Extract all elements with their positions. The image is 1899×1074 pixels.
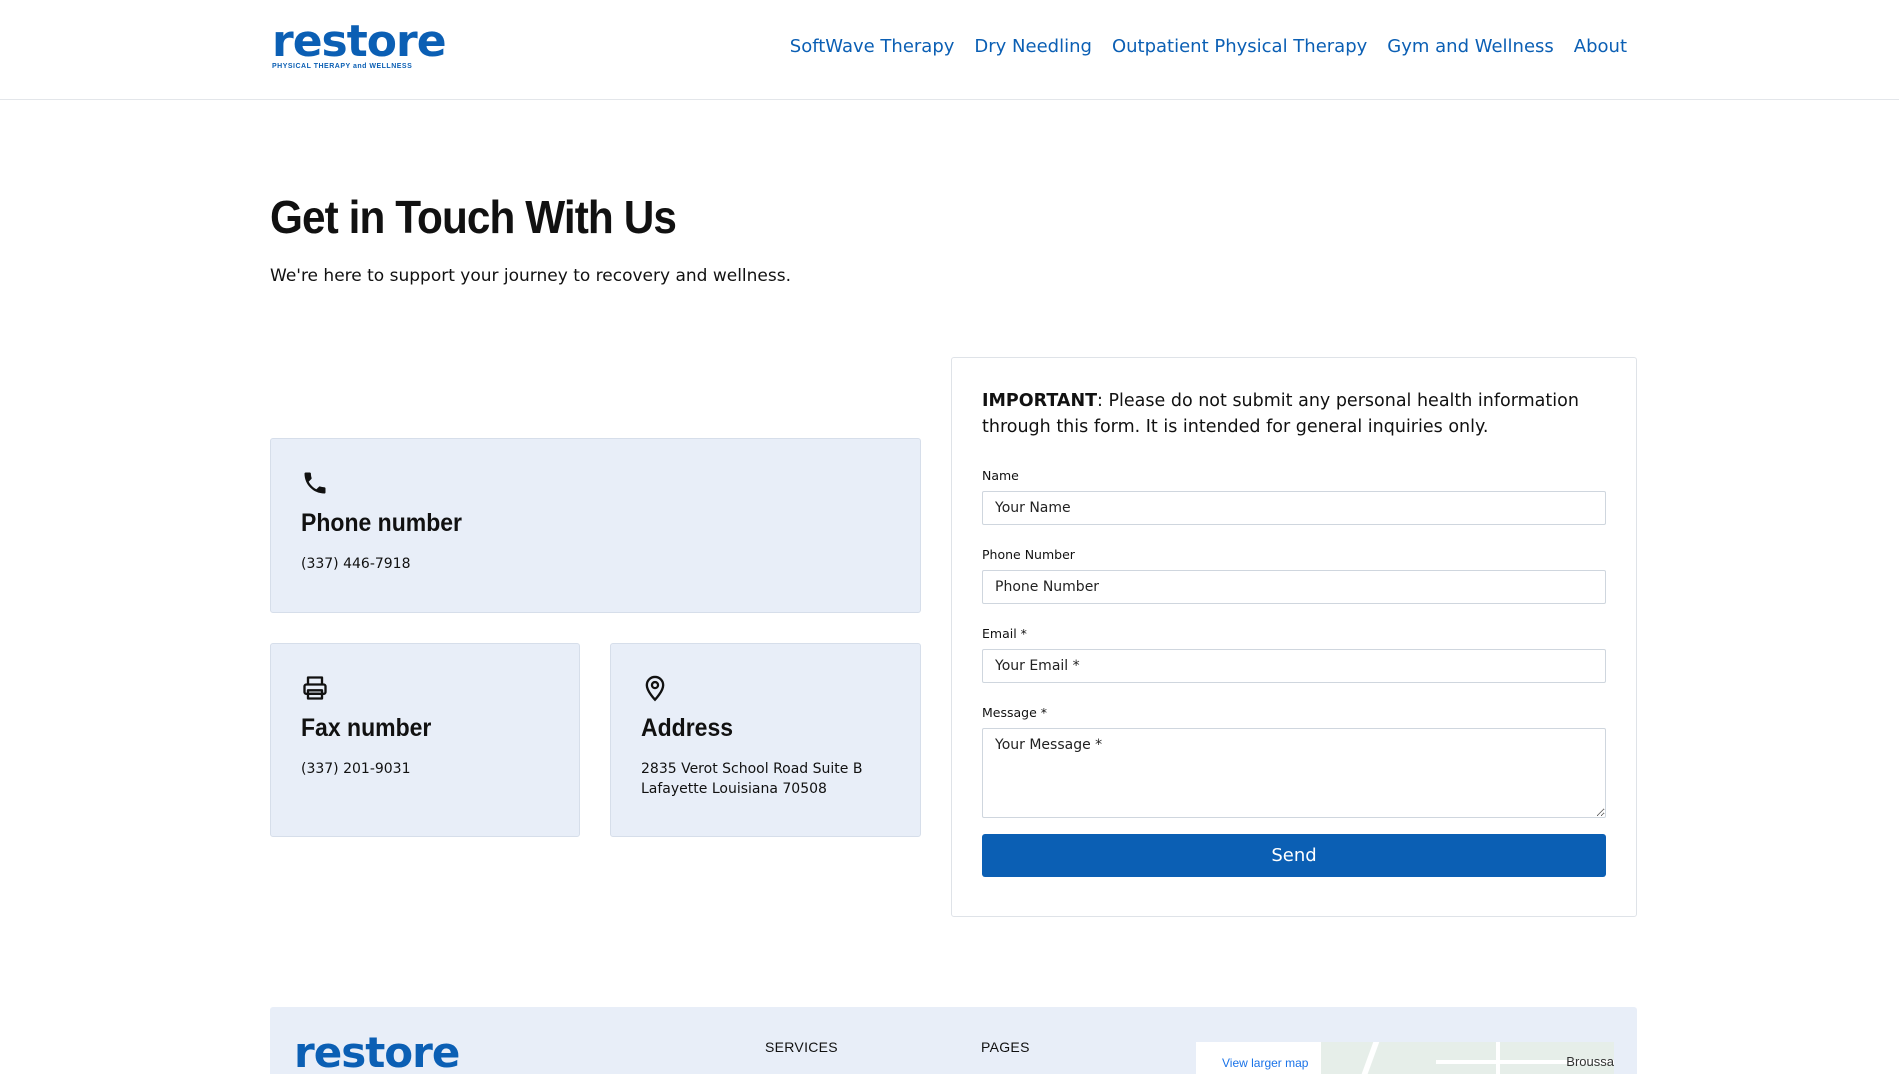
map-road: [1358, 1042, 1380, 1074]
notice-important-label: IMPORTANT: [982, 391, 1098, 411]
message-textarea[interactable]: [982, 728, 1606, 818]
site-footer: restore SERVICES PAGES View larger map B…: [270, 1007, 1637, 1074]
nav-gym-and-wellness[interactable]: Gym and Wellness: [1387, 36, 1554, 57]
address-card-title: Address: [641, 714, 734, 742]
address-card: Address 2835 Verot School Road Suite B L…: [610, 643, 921, 837]
fax-card-title: Fax number: [301, 714, 432, 742]
message-label: Message *: [982, 705, 1048, 720]
send-button[interactable]: Send: [982, 834, 1606, 877]
name-label: Name: [982, 468, 1019, 483]
address-line-1: 2835 Verot School Road Suite B: [641, 761, 863, 777]
fax-card: Fax number (337) 201-9031: [270, 643, 580, 837]
address-line-2: Lafayette Louisiana 70508: [641, 781, 827, 797]
nav-about[interactable]: About: [1574, 36, 1627, 57]
footer-logo-wordmark: restore: [294, 1028, 460, 1074]
phone-card: Phone number (337) 446-7918: [270, 438, 921, 613]
phone-icon: [304, 472, 326, 494]
map-place-label: Broussa: [1566, 1054, 1614, 1069]
view-larger-map-link[interactable]: View larger map: [1196, 1042, 1321, 1074]
email-input[interactable]: [982, 649, 1606, 683]
page-subtitle: We're here to support your journey to re…: [270, 266, 792, 286]
location-pin-icon: [645, 675, 665, 702]
footer-logo[interactable]: restore: [294, 1028, 460, 1074]
privacy-notice: IMPORTANT: Please do not submit any pers…: [982, 388, 1606, 440]
site-header: restore PHYSICAL THERAPY and WELLNESS So…: [0, 0, 1899, 100]
footer-pages-heading: PAGES: [981, 1039, 1030, 1055]
embedded-map[interactable]: View larger map Broussa: [1196, 1042, 1614, 1074]
fax-number-value: (337) 201-9031: [301, 761, 411, 777]
phone-card-title: Phone number: [301, 509, 463, 537]
phone-input[interactable]: [982, 570, 1606, 604]
nav-softwave-therapy[interactable]: SoftWave Therapy: [790, 36, 955, 57]
contact-form: IMPORTANT: Please do not submit any pers…: [951, 357, 1637, 917]
nav-dry-needling[interactable]: Dry Needling: [974, 36, 1092, 57]
site-logo[interactable]: restore PHYSICAL THERAPY and WELLNESS: [272, 16, 447, 71]
main-nav: SoftWave Therapy Dry Needling Outpatient…: [790, 36, 1627, 57]
page-title: Get in Touch With Us: [270, 191, 677, 243]
phone-label: Phone Number: [982, 547, 1075, 562]
logo-wordmark: restore: [272, 16, 447, 67]
logo-tagline: PHYSICAL THERAPY and WELLNESS: [272, 63, 413, 70]
printer-icon: [303, 676, 327, 700]
nav-outpatient-physical-therapy[interactable]: Outpatient Physical Therapy: [1112, 36, 1367, 57]
phone-number-value[interactable]: (337) 446-7918: [301, 554, 890, 574]
email-label: Email *: [982, 626, 1027, 641]
footer-services-heading: SERVICES: [765, 1039, 838, 1055]
name-input[interactable]: [982, 491, 1606, 525]
map-road: [1496, 1042, 1500, 1074]
